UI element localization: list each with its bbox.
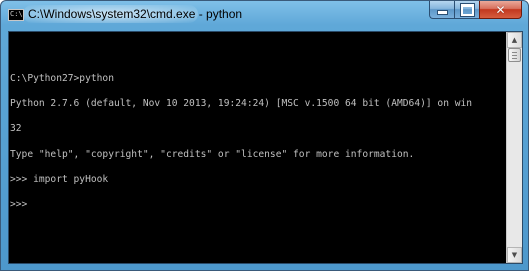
scroll-up-button[interactable]: ▲	[507, 32, 522, 48]
maximize-icon	[460, 3, 474, 16]
close-icon: ✕	[495, 2, 506, 17]
console-prompt-line[interactable]: >>>	[10, 199, 506, 209]
cmd-window: C:\ C:\Windows\system32\cmd.exe - python…	[0, 0, 529, 271]
vertical-scrollbar[interactable]: ▲ ▼	[506, 32, 522, 263]
minimize-icon	[436, 10, 448, 15]
console-line: Type "help", "copyright", "credits" or "…	[10, 148, 415, 160]
maximize-button[interactable]	[454, 1, 479, 19]
console-output[interactable]: C:\Python27>python Python 2.7.6 (default…	[10, 33, 506, 263]
scroll-thumb[interactable]	[508, 48, 521, 62]
scroll-grip-line	[512, 52, 517, 53]
title-bar[interactable]: C:\ C:\Windows\system32\cmd.exe - python…	[1, 1, 528, 27]
caption-buttons: ✕	[429, 1, 522, 19]
cmd-app-icon[interactable]: C:\	[8, 9, 24, 21]
console-line: >>> import pyHook	[10, 173, 109, 185]
scroll-grip-line	[512, 55, 517, 56]
console-line: C:\Python27>python	[10, 73, 114, 85]
chevron-down-icon: ▼	[511, 251, 518, 259]
window-title: C:\Windows\system32\cmd.exe - python	[28, 7, 243, 21]
console-line: Python 2.7.6 (default, Nov 10 2013, 19:2…	[10, 98, 473, 110]
console-area[interactable]: C:\Python27>python Python 2.7.6 (default…	[8, 31, 523, 264]
scroll-down-button[interactable]: ▼	[507, 247, 522, 263]
minimize-button[interactable]	[429, 1, 454, 19]
close-button[interactable]: ✕	[479, 1, 522, 19]
cmd-app-icon-text: C:\	[10, 10, 23, 18]
console-line: 32	[10, 123, 22, 135]
scroll-grip-line	[512, 58, 517, 59]
chevron-up-icon: ▲	[511, 36, 518, 44]
